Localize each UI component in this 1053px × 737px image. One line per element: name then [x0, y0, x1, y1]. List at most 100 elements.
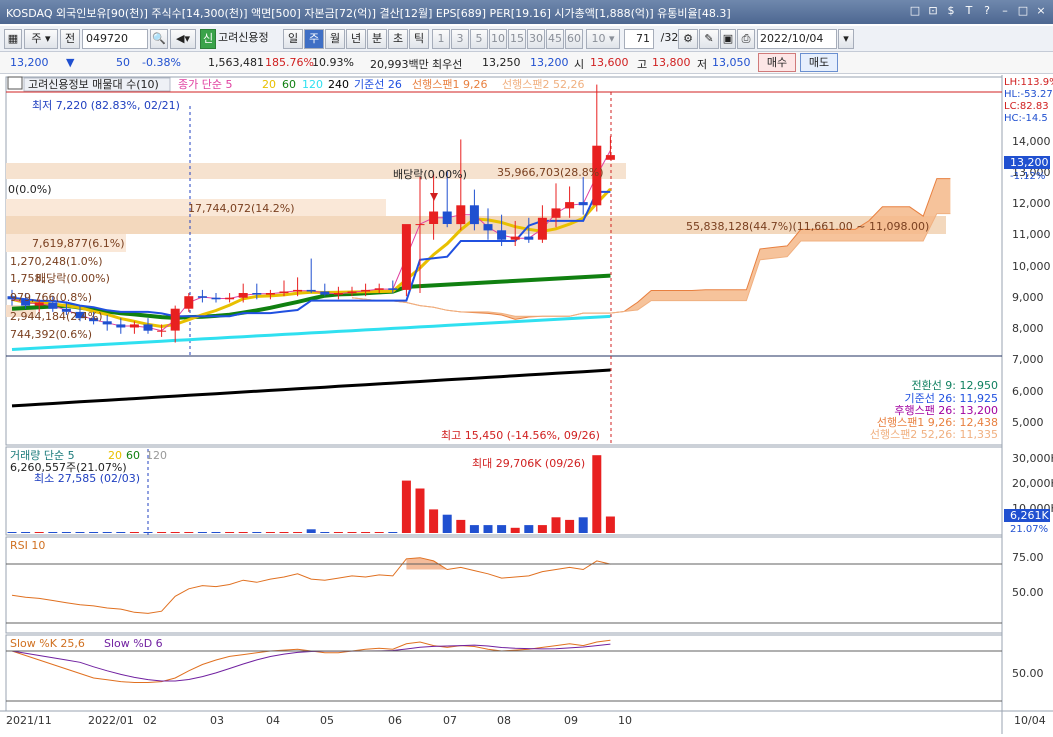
minute-button-30[interactable]: 30: [527, 29, 545, 49]
minimize-button[interactable]: –: [997, 3, 1013, 19]
x-tick: 03: [210, 714, 224, 727]
count-input[interactable]: 71: [624, 29, 654, 49]
window-button-2[interactable]: ⊡: [925, 3, 941, 19]
volume-bar: [415, 488, 425, 533]
minute-button-60[interactable]: 60: [565, 29, 583, 49]
vp-label-4: 55,838,128(44.7%)(11,661.00 ~ 11,098.00): [686, 220, 929, 233]
candle-body: [483, 224, 493, 231]
volume-bar: [361, 532, 371, 533]
x-tick: 10: [618, 714, 632, 727]
sell-button[interactable]: 매도: [800, 53, 838, 72]
minute-button-45[interactable]: 45: [546, 29, 564, 49]
save-icon[interactable]: ▣: [720, 29, 736, 49]
volume-max-label: 최대 29,706K (09/26): [472, 457, 585, 470]
tab-period-day[interactable]: 일: [283, 29, 303, 49]
interval-select[interactable]: 10 ▾: [586, 29, 620, 49]
window-controls: □ ⊡ $ T ? – □ ×: [907, 3, 1049, 19]
price-change-pct: -0.38%: [142, 56, 181, 69]
y-tick: 9,000: [1012, 291, 1044, 304]
vp-label-8: 979,766(0.8%): [10, 291, 92, 304]
tab-period-week[interactable]: 주: [304, 29, 324, 49]
calendar-icon[interactable]: ▾: [838, 29, 854, 49]
candle-body: [605, 155, 615, 160]
volume-bar: [374, 532, 384, 533]
dividend-label-2: 배당락(0.00%): [36, 272, 110, 285]
volume-bar: [238, 532, 248, 533]
ma-legend-span2: 선행스팬2 52,26: [502, 78, 584, 91]
volume-bar: [306, 529, 316, 533]
volume-bar: [34, 532, 44, 533]
min-price-label: 최저 7,220 (82.83%, 02/21): [32, 99, 180, 112]
volume-bar: [143, 532, 153, 533]
volume-bar: [21, 532, 31, 533]
vol-y-tick: 20,000K: [1012, 477, 1053, 490]
volume-bar: [333, 532, 343, 533]
open-price: 13,600: [590, 56, 629, 69]
candle-body: [197, 296, 207, 298]
quote-bar: 13,200 ▼ 50 -0.38% 1,563,481 185.76% 10.…: [0, 52, 1053, 74]
chart-area[interactable]: 고려신용정보 매물대 수(10) 종가 단순 5 20 60 120 240 기…: [0, 75, 1053, 734]
volume-ratio: 185.76%: [265, 56, 314, 69]
side-tag-lc: LC:82.83: [1004, 101, 1049, 112]
minute-button-3[interactable]: 3: [451, 29, 469, 49]
window-button-1[interactable]: □: [907, 3, 923, 19]
best-buy: 13,200: [530, 56, 569, 69]
draw-icon[interactable]: ✎: [699, 29, 719, 49]
date-input[interactable]: 2022/10/04: [757, 29, 837, 49]
zoom-icon[interactable]: ⚙: [678, 29, 698, 49]
minute-button-1[interactable]: 1: [432, 29, 450, 49]
tab-period-tick[interactable]: 틱: [409, 29, 429, 49]
candle-body: [211, 297, 221, 300]
y-tick: 6,000: [1012, 385, 1044, 398]
period-mode-select[interactable]: 주 ▾: [24, 29, 58, 49]
ma-legend-60: 60: [282, 78, 296, 91]
volume-bar: [116, 532, 126, 533]
maximize-button[interactable]: □: [1015, 3, 1031, 19]
minute-button-15[interactable]: 15: [508, 29, 526, 49]
volume-bar: [61, 532, 71, 533]
price-tag-pct: -1.12%: [1010, 171, 1045, 182]
search-icon[interactable]: 🔍: [150, 29, 168, 49]
x-tick: 2021/11: [6, 714, 52, 727]
volume-bar: [429, 509, 439, 533]
code-input[interactable]: 049720: [82, 29, 148, 49]
volume-bar: [347, 532, 357, 533]
help-button[interactable]: ?: [979, 3, 995, 19]
minute-button-10[interactable]: 10: [489, 29, 507, 49]
grid-icon[interactable]: [7, 76, 23, 90]
volume-bar: [252, 532, 262, 533]
best-sell: 13,250: [482, 56, 521, 69]
minute-button-5[interactable]: 5: [470, 29, 488, 49]
volume-bar: [483, 525, 493, 533]
tab-period-second[interactable]: 초: [388, 29, 408, 49]
candle-body: [265, 293, 275, 295]
side-tag-lh: LH:113.9%: [1004, 77, 1053, 88]
buy-button[interactable]: 매수: [758, 53, 796, 72]
prev-button[interactable]: 전: [60, 29, 80, 49]
candle-body: [252, 293, 262, 295]
stoch-k-header: Slow %K 25,6: [10, 637, 85, 650]
x-tick-right: 10/04: [1014, 714, 1046, 727]
tab-period-minute[interactable]: 분: [367, 29, 387, 49]
volume-bar: [456, 519, 466, 533]
tab-period-month[interactable]: 월: [325, 29, 345, 49]
chart-settings-icon[interactable]: ▦: [4, 29, 22, 49]
window-button-4[interactable]: T: [961, 3, 977, 19]
volume-bar: [524, 525, 534, 533]
y-tick: 8,000: [1012, 322, 1044, 335]
price-tag: 13,200: [1010, 156, 1049, 169]
volume-bar: [75, 532, 85, 533]
max-price-label: 최고 15,450 (-14.56%, 09/26): [441, 429, 600, 442]
candle-body: [225, 297, 235, 300]
audio-icon[interactable]: ◀▾: [170, 29, 196, 49]
print-icon[interactable]: ⎙: [737, 29, 755, 49]
volume-bar: [7, 532, 17, 533]
window-button-3[interactable]: $: [943, 3, 959, 19]
close-button[interactable]: ×: [1033, 3, 1049, 19]
x-tick: 04: [266, 714, 280, 727]
tab-period-year[interactable]: 년: [346, 29, 366, 49]
stock-chart-svg[interactable]: 고려신용정보 매물대 수(10) 종가 단순 5 20 60 120 240 기…: [0, 75, 1053, 734]
low-price: 13,050: [712, 56, 751, 69]
candle-body: [551, 208, 561, 218]
candle-body: [469, 205, 479, 225]
